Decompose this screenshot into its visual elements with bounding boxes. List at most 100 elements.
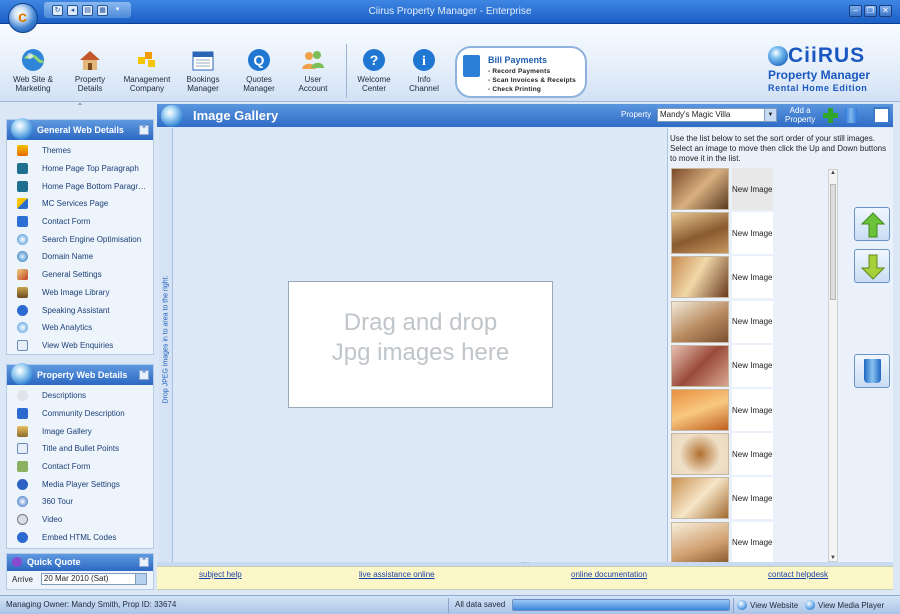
sidebar-item-360-tour[interactable]: 360 Tour — [7, 493, 153, 511]
sidebar-item-web-analytics[interactable]: Web Analytics — [7, 319, 153, 337]
delete-property-icon[interactable] — [845, 108, 857, 123]
embed-icon — [17, 531, 28, 543]
help-icon: ? — [363, 49, 385, 71]
web-site-marketing-button[interactable]: Web Site & Marketing — [6, 48, 60, 93]
app-logo-icon: c — [18, 9, 27, 26]
item-label: Embed HTML Codes — [42, 532, 117, 542]
item-label: Home Page Top Paragraph — [42, 164, 139, 174]
sidebar-item-themes[interactable]: Themes — [7, 142, 153, 160]
list-item[interactable]: New Image — [671, 432, 773, 476]
sidebar-item-home-top[interactable]: Home Page Top Paragraph — [7, 160, 153, 178]
restore-button[interactable]: ❐ — [864, 5, 877, 17]
list-item[interactable]: New Image — [671, 300, 773, 344]
button-label: Company — [129, 84, 165, 93]
bill-payments-line: - Record Payments — [488, 68, 551, 75]
list-item[interactable]: New Image — [671, 344, 773, 388]
welcome-center-button[interactable]: ? Welcome Center — [347, 48, 401, 93]
sidebar-item-domain[interactable]: Domain Name — [7, 248, 153, 266]
list-item[interactable]: New Image — [671, 476, 773, 520]
sidebar-item-property-contact-form[interactable]: Contact Form — [7, 458, 153, 476]
sidebar-item-descriptions[interactable]: Descriptions — [7, 387, 153, 405]
minimize-button[interactable]: – — [849, 5, 862, 17]
collapse-icon[interactable]: ⌃ — [139, 125, 149, 135]
sidebar-scroll-up-button[interactable]: ⌃ — [6, 102, 154, 113]
description-icon — [17, 390, 28, 402]
sidebar-item-contact-form[interactable]: Contact Form — [7, 213, 153, 231]
quotes-manager-button[interactable]: Q Quotes Manager — [232, 48, 286, 93]
app-menu-button[interactable]: c — [8, 3, 38, 33]
up-arrow-icon — [861, 212, 885, 238]
property-details-button[interactable]: Property Details — [63, 48, 117, 93]
sidebar-item-video[interactable]: Video — [7, 511, 153, 529]
sidebar-item-general-settings[interactable]: General Settings — [7, 266, 153, 284]
sidebar-item-image-library[interactable]: Web Image Library — [7, 284, 153, 302]
svg-text:Q: Q — [254, 52, 265, 68]
section-header[interactable]: General Web Details ⌃ — [7, 118, 153, 140]
sidebar-item-media-player[interactable]: Media Player Settings — [7, 475, 153, 493]
contact-helpdesk-link[interactable]: contact helpdesk — [768, 570, 828, 579]
sidebar-item-embed-html[interactable]: Embed HTML Codes — [7, 529, 153, 547]
status-separator — [448, 598, 449, 613]
sidebar-item-title-bullets[interactable]: Title and Bullet Points — [7, 440, 153, 458]
item-label: Home Page Bottom Paragr… — [42, 181, 147, 191]
calendar-dropdown-icon[interactable] — [134, 574, 146, 584]
list-item[interactable]: New Image — [671, 388, 773, 432]
scroll-down-arrow-icon[interactable]: ▼ — [830, 555, 836, 561]
collapse-icon[interactable]: ⌃ — [139, 557, 149, 567]
item-label: Image Gallery — [42, 426, 92, 436]
move-up-button[interactable] — [854, 207, 890, 241]
close-button[interactable]: ✕ — [879, 5, 892, 17]
arrive-date-input[interactable]: 20 Mar 2010 (Sat) — [40, 573, 147, 585]
view-media-player-link[interactable]: View Media Player — [805, 600, 884, 610]
button-label: Bookings — [186, 75, 220, 84]
arrive-date-value: 20 Mar 2010 (Sat) — [43, 574, 109, 583]
bill-payments-button[interactable]: Bill Payments - Record Payments - Scan I… — [455, 46, 587, 98]
property-label: Property — [621, 110, 652, 119]
info-channel-button[interactable]: i Info Channel — [397, 48, 451, 93]
online-documentation-link[interactable]: online documentation — [571, 570, 647, 579]
list-item[interactable]: New Image — [671, 167, 773, 211]
image-thumbnail — [671, 433, 729, 476]
scroll-up-arrow-icon[interactable]: ▲ — [830, 170, 836, 176]
bill-payments-line: - Scan Invoices & Receipts — [488, 77, 576, 84]
bookings-manager-button[interactable]: Bookings Manager — [176, 48, 230, 93]
user-account-button[interactable]: User Account — [286, 48, 340, 93]
delete-image-button[interactable] — [854, 354, 890, 388]
sidebar-item-image-gallery[interactable]: Image Gallery — [7, 422, 153, 440]
sidebar-item-speaking-assistant[interactable]: Speaking Assistant — [7, 301, 153, 319]
help-links-bar: subject help live assistance online onli… — [157, 566, 893, 590]
item-label: MC Services Page — [42, 199, 109, 209]
save-icon[interactable] — [873, 107, 890, 124]
sidebar-item-web-enquiries[interactable]: View Web Enquiries — [7, 337, 153, 355]
image-list-scrollbar[interactable]: ▲ ▼ — [828, 169, 838, 562]
arrive-label: Arrive — [12, 574, 33, 584]
drop-area[interactable]: Drag and drop Jpg images here — [173, 128, 667, 562]
item-label: Themes — [42, 146, 71, 156]
property-select[interactable]: Mandy's Magic Villa ▼ — [657, 108, 777, 122]
section-header[interactable]: Property Web Details ⌃ — [7, 363, 153, 385]
drop-target-box[interactable]: Drag and drop Jpg images here — [288, 281, 553, 408]
collapse-icon[interactable]: ⌃ — [139, 370, 149, 380]
list-item[interactable]: New Image — [671, 211, 773, 255]
live-assistance-link[interactable]: live assistance online — [359, 570, 435, 579]
button-label: Center — [361, 84, 386, 93]
subject-help-link[interactable]: subject help — [199, 570, 242, 579]
sidebar-item-home-bottom[interactable]: Home Page Bottom Paragr… — [7, 177, 153, 195]
list-item[interactable]: New Image — [671, 521, 773, 562]
company-icon — [138, 52, 155, 67]
view-website-link[interactable]: View Website — [737, 600, 798, 610]
seo-icon — [17, 233, 28, 245]
image-list[interactable]: New Image New Image New Image New Image … — [671, 167, 773, 562]
sidebar-item-mc-services[interactable]: MC Services Page — [7, 195, 153, 213]
gallery-icon — [17, 425, 28, 437]
sidebar-item-community[interactable]: Community Description — [7, 405, 153, 423]
list-item[interactable]: New Image — [671, 255, 773, 299]
general-web-details-section: General Web Details ⌃ Themes Home Page T… — [6, 118, 154, 355]
sidebar-item-seo[interactable]: Search Engine Optimisation — [7, 230, 153, 248]
image-label: New Image — [732, 389, 773, 432]
scroll-thumb[interactable] — [830, 184, 836, 300]
add-property-plus-icon[interactable] — [823, 108, 838, 123]
management-company-button[interactable]: Management Company — [120, 48, 174, 93]
move-down-button[interactable] — [854, 249, 890, 283]
section-header[interactable]: Quick Quote ⌃ — [7, 554, 153, 571]
